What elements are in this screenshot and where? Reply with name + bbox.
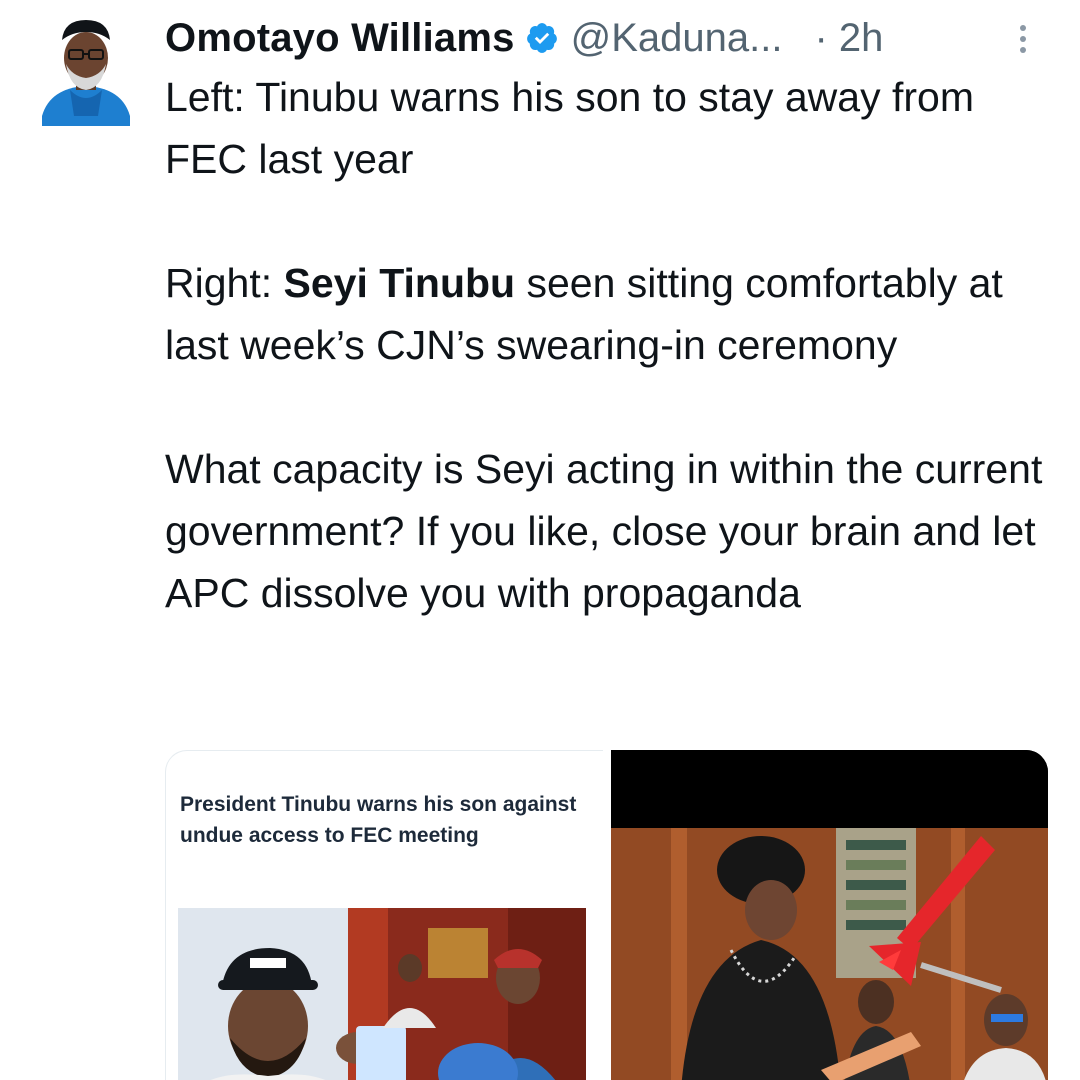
tweet-paragraph-1: Left: Tinubu warns his son to stay away … bbox=[165, 74, 974, 182]
news-card-headline: President Tinubu warns his son against u… bbox=[180, 793, 577, 847]
tweet-body: Left: Tinubu warns his son to stay away … bbox=[165, 66, 1065, 624]
author-name[interactable]: Omotayo Williams bbox=[165, 16, 515, 61]
author-avatar[interactable] bbox=[40, 16, 132, 126]
tweet-screenshot: Omotayo Williams @Kaduna... · 2h Left: T… bbox=[0, 0, 1080, 1080]
media-left-news-card[interactable]: President Tinubu warns his son against u… bbox=[165, 750, 603, 1080]
tweet-timestamp[interactable]: · 2h bbox=[814, 16, 883, 61]
more-vertical-icon[interactable] bbox=[1015, 20, 1031, 60]
tweet-paragraph-2: Right: Seyi Tinubu seen sitting comforta… bbox=[165, 252, 1065, 376]
news-card-photo bbox=[178, 908, 586, 1080]
verified-badge-icon bbox=[526, 23, 557, 53]
mentioned-name: Seyi Tinubu bbox=[283, 260, 516, 306]
news-photo-illustration bbox=[178, 908, 586, 1080]
avatar-image bbox=[42, 20, 130, 126]
author-handle[interactable]: @Kaduna... bbox=[571, 16, 783, 61]
tweet-paragraph-3: What capacity is Seyi acting in within t… bbox=[165, 446, 1043, 616]
tweet-header: Omotayo Williams @Kaduna... · 2h bbox=[165, 10, 1045, 66]
ceremony-photo-illustration bbox=[611, 750, 1048, 1080]
paragraph-2-prefix: Right: bbox=[165, 260, 284, 306]
media-right-ceremony-photo[interactable] bbox=[611, 750, 1048, 1080]
